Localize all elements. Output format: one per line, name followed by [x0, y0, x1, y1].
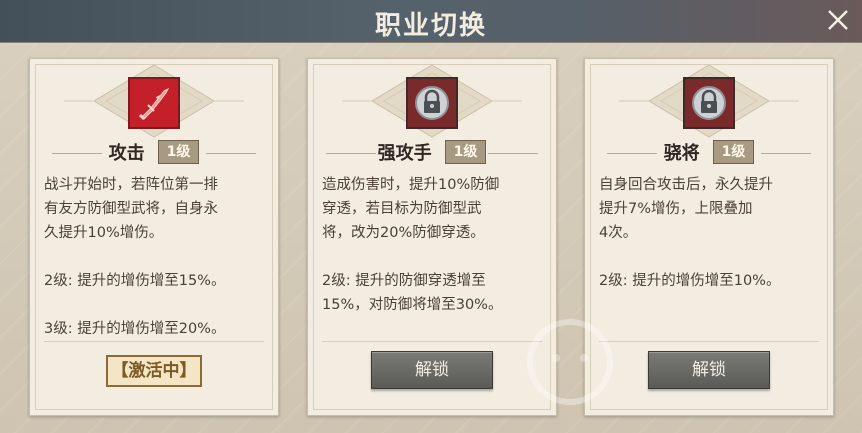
watermark-logo [527, 319, 613, 405]
skill-card-attack[interactable]: 攻击 1级 战斗开始时，若阵位第一排 有友方防御型武将，自身永 久提升10%增伤… [29, 58, 279, 416]
header-line-right [488, 153, 538, 154]
skill-header: 强攻手 1级 [308, 139, 556, 167]
skill-header: 骁将 1级 [585, 139, 833, 167]
header-line-right [761, 153, 811, 154]
skill-name: 骁将 [663, 143, 700, 164]
skill-description: 战斗开始时，若阵位第一排 有友方防御型武将，自身永 久提升10%增伤。 2级: … [44, 173, 266, 341]
lock-icon [683, 77, 735, 129]
desc-line: 战斗开始时，若阵位第一排 [44, 177, 218, 193]
desc-line: 穿透，若目标为防御型武 [322, 201, 482, 217]
skill-name: 攻击 [108, 143, 145, 164]
header-line-right [206, 153, 256, 154]
desc-line: 3级: 提升的增伤增至20%。 [44, 321, 226, 337]
desc-line: 久提升10%增伤。 [44, 225, 164, 241]
desc-line: 4次。 [599, 225, 638, 241]
header-line-left [326, 153, 376, 154]
skill-header: 攻击 1级 [30, 139, 278, 167]
desc-line: 2级: 提升的增伤增至15%。 [44, 273, 226, 289]
title-bar: 职业切换 [0, 0, 862, 43]
skill-description: 自身回合攻击后，永久提升 提升7%增伤，上限叠加 4次。 2级: 提升的增伤增至… [599, 173, 821, 293]
skill-name: 强攻手 [377, 143, 432, 164]
desc-line: 将，改为20%防御穿透。 [322, 225, 485, 241]
desc-line: 自身回合攻击后，永久提升 [599, 177, 773, 193]
desc-line: 提升7%增伤，上限叠加 [599, 201, 753, 217]
divider [44, 341, 264, 342]
desc-line: 2级: 提升的增伤增至10%。 [599, 273, 781, 289]
divider [322, 341, 542, 342]
desc-line: 2级: 提升的防御穿透增至 [322, 273, 486, 289]
desc-line: 15%，对防御将增至30%。 [322, 297, 503, 313]
level-badge: 1级 [712, 140, 755, 164]
blade-icon [128, 77, 180, 129]
level-badge: 1级 [157, 140, 200, 164]
desc-line: 有友方防御型武将，自身永 [44, 201, 218, 217]
header-line-left [607, 153, 657, 154]
skill-description: 造成伤害时，提升10%防御 穿透，若目标为防御型武 将，改为20%防御穿透。 2… [322, 173, 544, 317]
level-badge: 1级 [444, 140, 487, 164]
unlock-button[interactable]: 解锁 [371, 351, 493, 389]
header-line-left [52, 153, 102, 154]
window-title: 职业切换 [374, 11, 487, 41]
close-icon[interactable] [824, 6, 852, 34]
desc-line: 造成伤害时，提升10%防御 [322, 177, 500, 193]
lock-icon [406, 77, 458, 129]
active-status-badge: 【激活中】 [106, 355, 202, 387]
